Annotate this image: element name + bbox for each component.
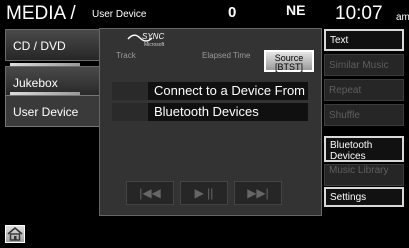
tab-label: Jukebox [13, 76, 58, 90]
repeat-label: Repeat [329, 85, 362, 96]
logo-text: SYNC [142, 32, 164, 41]
music-library-label: Music Library [329, 165, 389, 176]
logo-sub: Microsoft [144, 42, 165, 48]
clock-suffix: am [396, 12, 409, 23]
repeat-button[interactable]: Repeat [324, 79, 404, 101]
tab-user-device[interactable]: User Device [5, 95, 99, 127]
status-indicator: 0 [228, 4, 237, 21]
tab-cd-dvd[interactable]: CD / DVD [5, 29, 99, 61]
home-icon [7, 226, 23, 241]
shuffle-button[interactable]: Shuffle [324, 104, 404, 126]
home-button[interactable] [5, 225, 25, 243]
track-label: Track [116, 51, 136, 60]
skip-forward-icon: ▶▶| [247, 186, 269, 200]
music-library-button[interactable]: Music Library [324, 164, 404, 186]
play-pause-icon: ▶ || [194, 186, 214, 200]
text-button[interactable]: Text [324, 29, 404, 51]
bluetooth-devices-label: Bluetooth Devices [330, 140, 373, 162]
text-button-label: Text [330, 35, 349, 46]
page-title: MEDIA / [6, 3, 76, 24]
bluetooth-devices-button[interactable]: Bluetooth Devices [324, 136, 404, 162]
skip-forward-button[interactable]: ▶▶| [234, 181, 282, 205]
message-line: Connect to a Device From [154, 83, 306, 98]
tab-label: User Device [13, 105, 79, 119]
compass-indicator: NE [286, 2, 305, 18]
play-pause-button[interactable]: ▶ || [180, 181, 228, 205]
row-stub [112, 103, 148, 121]
sync-logo: SYNC Microsoft [127, 32, 165, 48]
similar-music-button[interactable]: Similar Music [324, 54, 404, 76]
skip-back-icon: |◀◀ [139, 186, 161, 200]
source-button[interactable]: Source [BTST] [264, 50, 314, 72]
settings-label: Settings [330, 192, 367, 203]
source-button-sublabel: [BTST] [274, 62, 303, 72]
similar-music-label: Similar Music [329, 60, 389, 71]
compass-text: NE [286, 2, 306, 18]
message-line: Bluetooth Devices [154, 104, 259, 119]
shuffle-label: Shuffle [329, 110, 360, 121]
row-stub [112, 82, 148, 100]
message-row: Bluetooth Devices [112, 103, 308, 121]
page-subtitle: User Device [92, 9, 147, 20]
skip-back-button[interactable]: |◀◀ [126, 181, 174, 205]
elapsed-time-label: Elapsed Time [202, 51, 251, 60]
settings-button[interactable]: Settings [324, 187, 404, 207]
tab-label: CD / DVD [13, 39, 66, 53]
message-row: Connect to a Device From [112, 82, 308, 100]
clock: 10:07 [335, 3, 383, 24]
